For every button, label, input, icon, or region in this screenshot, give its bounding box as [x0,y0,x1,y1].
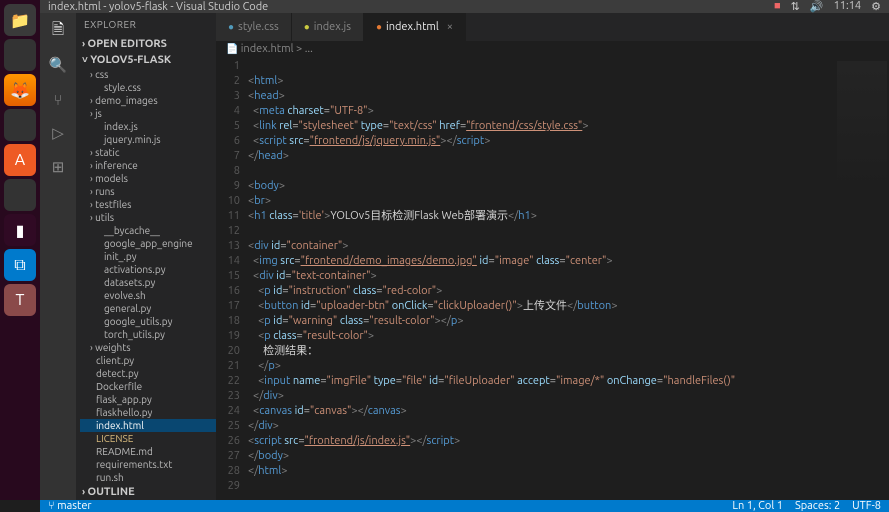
tree-item[interactable]: run.sh [80,471,216,484]
sidebar-header: EXPLORER [76,13,216,36]
tree-item[interactable]: index.js [80,120,216,133]
tree-item[interactable]: index.html [80,419,216,432]
network-icon[interactable]: ⇅ [791,0,800,13]
launcher-firefox-icon[interactable]: 🦊 [4,74,36,106]
tree-item[interactable]: init_.py [80,250,216,263]
editor-area: ●style.css●index.js●index.html× 📄 index.… [216,13,889,500]
git-icon[interactable]: ⑂ [48,89,68,109]
tree-item[interactable]: LICENSE [80,432,216,445]
indent-info[interactable]: Spaces: 2 [795,500,840,512]
tree-item[interactable]: › js [80,107,216,120]
tab-style-css[interactable]: ●style.css [216,13,292,41]
clock: 11:14 [834,0,862,13]
launcher-item-icon[interactable] [4,179,36,211]
project-section[interactable]: ˅ YOLOV5-FLASK [76,52,216,68]
sidebar: EXPLORER › OPEN EDITORS ˅ YOLOV5-FLASK ›… [76,13,216,500]
window-title: index.html - yolov5-flask - Visual Studi… [48,1,268,13]
code-lines[interactable]: <html> <head> <meta charset="UTF-8"> <li… [248,59,889,500]
tree-item[interactable]: activations.py [80,263,216,276]
debug-icon[interactable]: ▷ [48,123,68,143]
statusbar: ⑂ master Ln 1, Col 1 Spaces: 2 UTF-8 [40,500,889,512]
encoding[interactable]: UTF-8 [852,500,881,512]
launcher-blank-icon[interactable] [4,39,36,71]
tree-item[interactable]: google_utils.py [80,315,216,328]
outline-section[interactable]: › OUTLINE [76,484,216,500]
tab-index-html[interactable]: ●index.html× [364,13,466,41]
tree-item[interactable]: datasets.py [80,276,216,289]
close-icon[interactable]: × [447,21,453,33]
breadcrumb[interactable]: 📄 index.html > ... [216,41,889,59]
git-branch[interactable]: ⑂ master [48,500,92,512]
tree-item[interactable]: › weights [80,341,216,354]
line-gutter: 1234567891011121314151617181920212223242… [216,59,248,500]
launcher-vscode-icon[interactable]: ⧉ [4,249,36,281]
tab-index-js[interactable]: ●index.js [292,13,364,41]
tree-item[interactable]: › demo_images [80,94,216,107]
rec-icon: ■ [774,0,781,13]
tree-item[interactable]: detect.py [80,367,216,380]
tree-item[interactable]: evolve.sh [80,289,216,302]
tree-item[interactable]: › models [80,172,216,185]
launcher-item-icon[interactable] [4,109,36,141]
volume-icon[interactable]: 🔊 [810,0,824,13]
tree-item[interactable]: style.css [80,81,216,94]
window-titlebar: index.html - yolov5-flask - Visual Studi… [40,0,889,13]
launcher-terminal-icon[interactable]: ▮ [4,214,36,246]
code-editor[interactable]: 1234567891011121314151617181920212223242… [216,59,889,500]
minimap[interactable] [837,61,887,191]
tree-item[interactable]: README.md [80,445,216,458]
tree-item[interactable]: general.py [80,302,216,315]
editor-tabs: ●style.css●index.js●index.html× [216,13,889,41]
search-icon[interactable]: 🔍 [48,55,68,75]
tree-item[interactable]: google_app_engine [80,237,216,250]
extensions-icon[interactable]: ⊞ [48,157,68,177]
cursor-position[interactable]: Ln 1, Col 1 [732,500,783,512]
tree-item[interactable]: Dockerfile [80,380,216,393]
tree-item[interactable]: requirements.txt [80,458,216,471]
launcher-files-icon[interactable]: 📁 [4,4,36,36]
activity-bar: 🗎 🔍 ⑂ ▷ ⊞ [40,13,76,500]
tree-item[interactable]: flaskhello.py [80,406,216,419]
open-editors-section[interactable]: › OPEN EDITORS [76,36,216,52]
tree-item[interactable]: __bycache__ [80,224,216,237]
launcher-text-icon[interactable]: T [4,284,36,316]
ubuntu-launcher: 📁 🦊 A ▮ ⧉ T [0,0,40,500]
tree-item[interactable]: › static [80,146,216,159]
tree-item[interactable]: › testfiles [80,198,216,211]
gear-icon[interactable]: ⚙ [871,0,881,13]
tree-item[interactable]: client.py [80,354,216,367]
tree-item[interactable]: torch_utils.py [80,328,216,341]
explorer-icon[interactable]: 🗎 [48,21,68,41]
tree-item[interactable]: › utils [80,211,216,224]
tree-item[interactable]: › runs [80,185,216,198]
tree-item[interactable]: › css [80,68,216,81]
tree-item[interactable]: › inference [80,159,216,172]
tree-item[interactable]: jquery.min.js [80,133,216,146]
tree-item[interactable]: flask_app.py [80,393,216,406]
launcher-app-icon[interactable]: A [4,144,36,176]
file-tree: › cssstyle.css› demo_images› jsindex.jsj… [76,68,216,484]
